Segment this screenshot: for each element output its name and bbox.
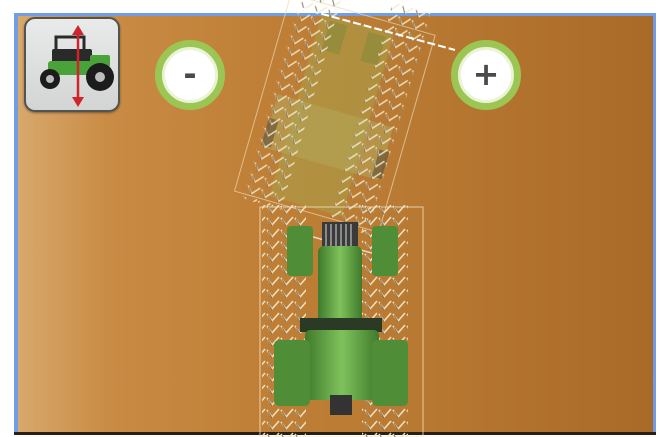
zoom-out-button[interactable]: - bbox=[155, 40, 225, 110]
zoom-in-button[interactable]: + bbox=[451, 40, 521, 110]
zoom-in-label: + bbox=[472, 54, 500, 93]
tractor-reverse-icon bbox=[40, 25, 114, 107]
view-toggle-button[interactable] bbox=[24, 17, 120, 112]
zoom-out-label: - bbox=[183, 54, 197, 93]
tractor-guidance-screen: - + bbox=[0, 0, 659, 437]
